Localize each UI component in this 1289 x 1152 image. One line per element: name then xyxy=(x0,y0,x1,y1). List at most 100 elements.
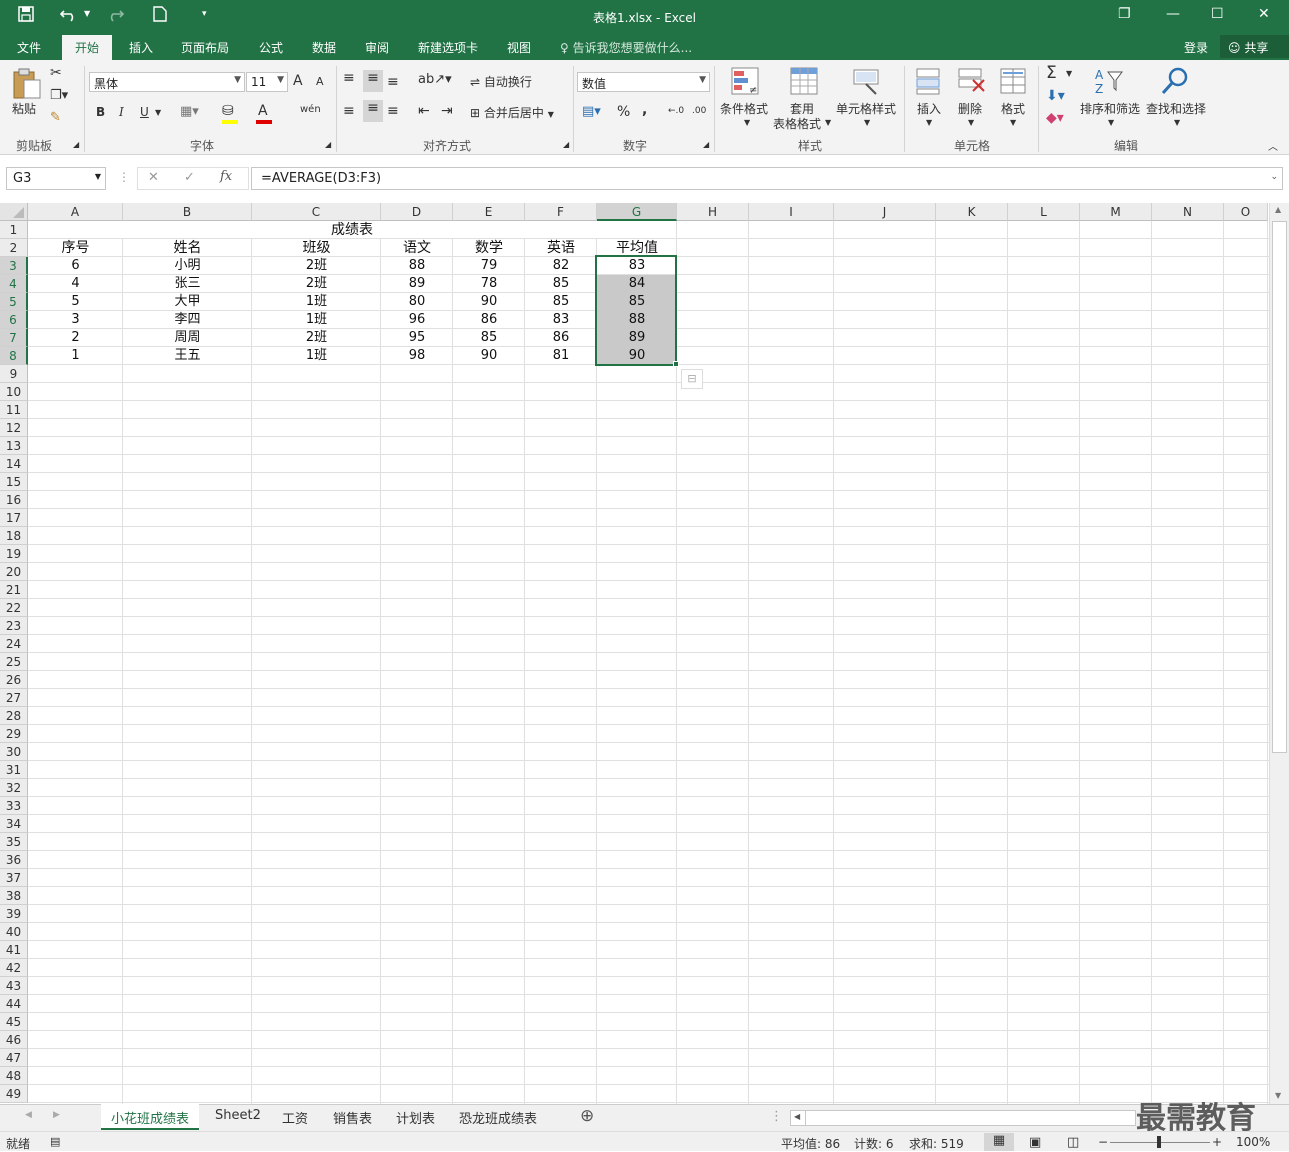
row-header-37[interactable]: 37 xyxy=(0,869,28,887)
tab-formulas[interactable]: 公式 xyxy=(259,39,283,56)
cell-styles-label[interactable]: 单元格样式 xyxy=(836,100,896,117)
column-header-i[interactable]: I xyxy=(749,203,834,221)
find-select-label[interactable]: 查找和选择 xyxy=(1146,100,1206,117)
data-cell[interactable]: 78 xyxy=(453,275,525,293)
cancel-formula-button[interactable]: ✕ xyxy=(148,170,159,185)
row-header-11[interactable]: 11 xyxy=(0,401,28,419)
data-cell[interactable]: 1 xyxy=(28,347,123,365)
font-size-combo[interactable]: 11 ▼ xyxy=(246,72,288,92)
font-name-combo[interactable]: 黑体 ▼ xyxy=(89,72,245,92)
ribbon-display-icon[interactable]: ❐ xyxy=(1118,6,1131,22)
font-color-icon[interactable]: A xyxy=(258,103,268,119)
align-left-icon[interactable]: ≡ xyxy=(343,103,355,119)
data-cell[interactable]: 2班 xyxy=(252,257,381,275)
zoom-out-icon[interactable]: − xyxy=(1098,1135,1108,1149)
delete-cells-label[interactable]: 删除 xyxy=(958,100,982,117)
macro-record-icon[interactable]: ▤ xyxy=(50,1135,60,1148)
chevron-down-icon[interactable]: ▼ xyxy=(825,118,831,127)
merge-center-button[interactable]: ⊞ 合并后居中 ▼ xyxy=(470,104,554,121)
zoom-in-icon[interactable]: + xyxy=(1212,1135,1222,1149)
data-cell[interactable]: 86 xyxy=(453,311,525,329)
row-header-29[interactable]: 29 xyxy=(0,725,28,743)
row-header-5[interactable]: 5 xyxy=(0,293,28,311)
tab-page-layout[interactable]: 页面布局 xyxy=(181,39,229,56)
sheet-tab-dinosaur[interactable]: 恐龙班成绩表 xyxy=(459,1108,537,1127)
row-header-7[interactable]: 7 xyxy=(0,329,28,347)
delete-cells-icon[interactable] xyxy=(956,66,986,96)
grow-font-icon[interactable]: A xyxy=(293,73,303,89)
confirm-formula-button[interactable]: ✓ xyxy=(184,170,195,185)
data-cell[interactable]: 81 xyxy=(525,347,597,365)
tell-me-search[interactable]: ♀ 告诉我您想要做什么... xyxy=(560,39,692,56)
zoom-slider-thumb[interactable] xyxy=(1157,1136,1161,1148)
data-cell[interactable]: 王五 xyxy=(123,347,252,365)
data-cell[interactable]: 98 xyxy=(381,347,453,365)
chevron-down-icon[interactable]: ▼ xyxy=(1108,118,1114,127)
row-header-15[interactable]: 15 xyxy=(0,473,28,491)
row-header-48[interactable]: 48 xyxy=(0,1067,28,1085)
paste-label[interactable]: 粘贴 xyxy=(12,100,36,117)
insert-cells-icon[interactable] xyxy=(914,66,944,96)
row-header-32[interactable]: 32 xyxy=(0,779,28,797)
row-header-47[interactable]: 47 xyxy=(0,1049,28,1067)
minimize-button[interactable]: — xyxy=(1166,6,1180,22)
row-header-24[interactable]: 24 xyxy=(0,635,28,653)
data-cell[interactable]: 2班 xyxy=(252,329,381,347)
cut-icon[interactable]: ✂ xyxy=(50,65,62,81)
row-header-44[interactable]: 44 xyxy=(0,995,28,1013)
italic-button[interactable]: I xyxy=(119,105,124,119)
tab-review[interactable]: 审阅 xyxy=(365,39,389,56)
row-header-36[interactable]: 36 xyxy=(0,851,28,869)
cell-styles-icon[interactable] xyxy=(852,66,882,96)
chevron-down-icon[interactable]: ▼ xyxy=(864,118,870,127)
data-cell[interactable]: 85 xyxy=(525,293,597,311)
data-cell[interactable]: 1班 xyxy=(252,311,381,329)
find-select-icon[interactable] xyxy=(1160,66,1190,96)
vertical-scrollbar[interactable]: ▲ ▼ xyxy=(1269,203,1289,1104)
column-header-j[interactable]: J xyxy=(834,203,936,221)
row-header-19[interactable]: 19 xyxy=(0,545,28,563)
select-all-corner[interactable] xyxy=(0,203,28,221)
row-header-38[interactable]: 38 xyxy=(0,887,28,905)
scroll-left-icon[interactable]: ◀ xyxy=(794,1112,800,1121)
chevron-down-icon[interactable]: ▼ xyxy=(926,118,932,127)
row-header-26[interactable]: 26 xyxy=(0,671,28,689)
alignment-launcher-icon[interactable]: ◢ xyxy=(563,140,569,149)
insert-function-button[interactable]: fx xyxy=(220,169,232,184)
column-header-n[interactable]: N xyxy=(1152,203,1224,221)
row-header-6[interactable]: 6 xyxy=(0,311,28,329)
paste-icon[interactable] xyxy=(12,68,42,99)
data-cell[interactable]: 6 xyxy=(28,257,123,275)
clear-icon[interactable]: ◆▾ xyxy=(1046,110,1064,126)
sheet-title-cell[interactable]: 成绩表 xyxy=(28,221,676,238)
data-cell[interactable]: 96 xyxy=(381,311,453,329)
data-cell[interactable]: 3 xyxy=(28,311,123,329)
chevron-down-icon[interactable]: ▼ xyxy=(1010,118,1016,127)
row-header-42[interactable]: 42 xyxy=(0,959,28,977)
conditional-formatting-label[interactable]: 条件格式 xyxy=(720,100,768,117)
data-cell[interactable]: 2 xyxy=(28,329,123,347)
column-header-b[interactable]: B xyxy=(123,203,252,221)
data-cell[interactable]: 90 xyxy=(453,293,525,311)
maximize-button[interactable]: ☐ xyxy=(1211,6,1224,22)
data-cell[interactable]: 90 xyxy=(453,347,525,365)
row-header-49[interactable]: 49 xyxy=(0,1085,28,1103)
accounting-format-icon[interactable]: ▤▾ xyxy=(582,104,601,119)
header-cell[interactable]: 序号 xyxy=(28,239,123,257)
login-link[interactable]: 登录 xyxy=(1184,39,1208,56)
data-cell[interactable]: 5 xyxy=(28,293,123,311)
quick-analysis-icon[interactable]: ⊟ xyxy=(681,369,703,389)
row-header-23[interactable]: 23 xyxy=(0,617,28,635)
data-cell[interactable]: 82 xyxy=(525,257,597,275)
zoom-level[interactable]: 100% xyxy=(1236,1135,1270,1149)
row-header-43[interactable]: 43 xyxy=(0,977,28,995)
wrap-text-button[interactable]: ⇌ 自动换行 xyxy=(470,73,532,90)
tab-file[interactable]: 文件 xyxy=(17,39,41,56)
row-header-10[interactable]: 10 xyxy=(0,383,28,401)
row-header-33[interactable]: 33 xyxy=(0,797,28,815)
page-break-view-icon[interactable]: ◫ xyxy=(1067,1135,1079,1150)
row-header-34[interactable]: 34 xyxy=(0,815,28,833)
shrink-font-icon[interactable]: A xyxy=(316,75,324,88)
collapse-ribbon-icon[interactable]: ︿ xyxy=(1268,138,1278,153)
sort-filter-icon[interactable]: AZ xyxy=(1094,66,1124,96)
